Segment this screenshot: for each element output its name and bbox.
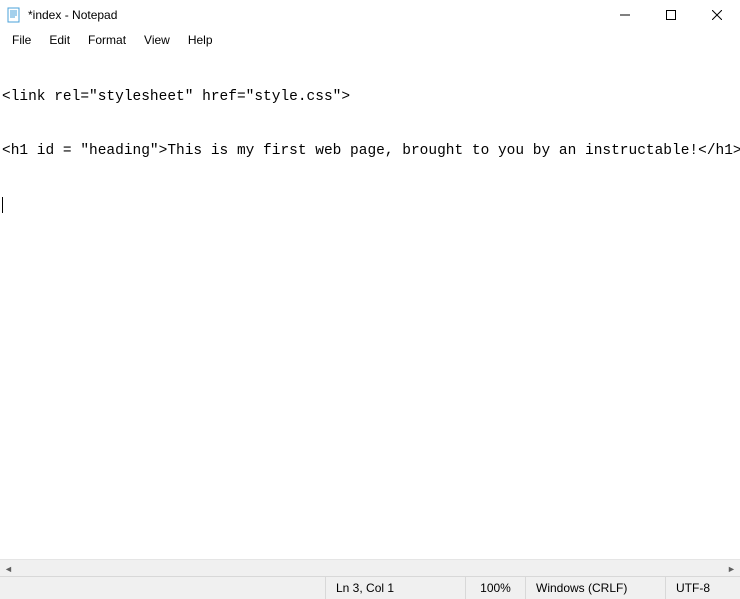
menu-edit[interactable]: Edit (41, 31, 78, 49)
status-zoom: 100% (465, 577, 525, 599)
window-controls (602, 0, 740, 30)
menubar: File Edit Format View Help (0, 30, 740, 50)
menu-view[interactable]: View (136, 31, 178, 49)
minimize-button[interactable] (602, 0, 648, 30)
status-cursor-position: Ln 3, Col 1 (325, 577, 465, 599)
text-caret (2, 197, 3, 213)
menu-format[interactable]: Format (80, 31, 134, 49)
editor-line: <h1 id = "heading">This is my first web … (2, 142, 738, 160)
menu-file[interactable]: File (4, 31, 39, 49)
status-empty (0, 577, 325, 599)
scroll-left-arrow[interactable]: ◄ (0, 560, 17, 577)
status-line-ending: Windows (CRLF) (525, 577, 665, 599)
statusbar: Ln 3, Col 1 100% Windows (CRLF) UTF-8 (0, 576, 740, 599)
close-button[interactable] (694, 0, 740, 30)
scroll-right-arrow[interactable]: ► (723, 560, 740, 577)
editor-line (2, 196, 738, 214)
status-encoding: UTF-8 (665, 577, 740, 599)
titlebar: *index - Notepad (0, 0, 740, 30)
menu-help[interactable]: Help (180, 31, 221, 49)
text-editor[interactable]: <link rel="stylesheet" href="style.css">… (0, 50, 740, 559)
editor-line: <link rel="stylesheet" href="style.css"> (2, 88, 738, 106)
notepad-icon (6, 7, 22, 23)
maximize-button[interactable] (648, 0, 694, 30)
horizontal-scrollbar[interactable]: ◄ ► (0, 559, 740, 576)
window-title: *index - Notepad (28, 8, 117, 22)
